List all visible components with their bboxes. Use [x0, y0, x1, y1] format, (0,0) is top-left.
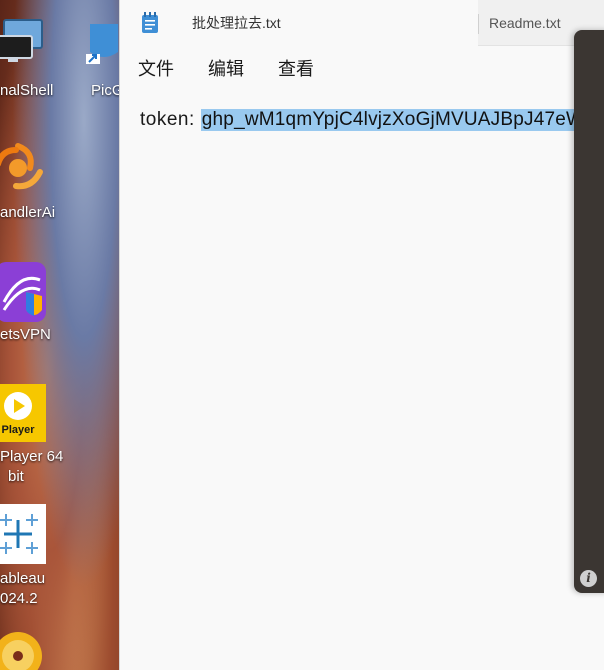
menu-file[interactable]: 文件 — [138, 46, 174, 90]
desktop-icon-lets-vpn[interactable]: etsVPN — [0, 260, 120, 378]
disc-icon[interactable] — [0, 630, 44, 670]
desktop-icon-label: etsVPN — [0, 326, 51, 343]
desktop-icon-potplayer[interactable]: Player Player 64 bit — [0, 380, 120, 498]
desktop-background: nalShell PicG andlerAi etsVPN Player Pla… — [0, 0, 120, 670]
desktop-icon-label: andlerAi — [0, 204, 56, 221]
tab-divider — [478, 14, 479, 34]
tab-bar: 批处理拉去.txt Readme.txt — [120, 0, 604, 46]
text-editor-area[interactable]: token: ghp_wM1qmYpjC4lvjzXoGjMVUAJBpJ47e… — [120, 90, 604, 670]
lets-vpn-icon — [0, 262, 48, 322]
tab-title: Readme.txt — [489, 15, 561, 31]
desktop-icon-label: Player 64 — [0, 448, 64, 465]
desktop-icon-label: PicG — [91, 82, 120, 99]
desktop-icon-label-line2: bit — [8, 468, 24, 485]
token-label: token: — [140, 109, 195, 130]
selected-token-text[interactable]: ghp_wM1qmYpjC4lvjzXoGjMVUAJBpJ47eW — [200, 109, 586, 131]
tab-batch-file[interactable]: 批处理拉去.txt — [120, 0, 478, 46]
info-icon[interactable]: i — [580, 570, 597, 587]
picgo-icon — [86, 22, 120, 64]
monitor-icon — [0, 18, 48, 64]
desktop-icon-tableau[interactable]: ableau 024.2 — [0, 502, 120, 620]
editor-line: token: ghp_wM1qmYpjC4lvjzXoGjMVUAJBpJ47e… — [140, 107, 586, 133]
desktop-icon-label: nalShell — [0, 82, 54, 99]
tab-title: 批处理拉去.txt — [192, 15, 281, 31]
potplayer-icon: Player — [0, 384, 46, 442]
desktop-icon-picgo[interactable]: PicG — [80, 0, 120, 118]
notepad-file-icon — [140, 12, 160, 34]
notepad-window: 批处理拉去.txt Readme.txt 文件 编辑 查看 token: ghp… — [119, 0, 604, 670]
potplayer-badge-text: Player — [1, 424, 35, 436]
tableau-icon — [0, 504, 46, 564]
menu-bar: 文件 编辑 查看 — [120, 46, 604, 90]
overlay-panel: i — [574, 30, 604, 593]
handler-ai-icon — [0, 142, 46, 194]
menu-view[interactable]: 查看 — [278, 46, 314, 90]
menu-edit[interactable]: 编辑 — [208, 46, 244, 90]
desktop-icon-handler-ai[interactable]: andlerAi — [0, 130, 120, 248]
desktop-icon-label-line2: 024.2 — [0, 590, 38, 607]
desktop-icon-label: ableau — [0, 570, 46, 587]
